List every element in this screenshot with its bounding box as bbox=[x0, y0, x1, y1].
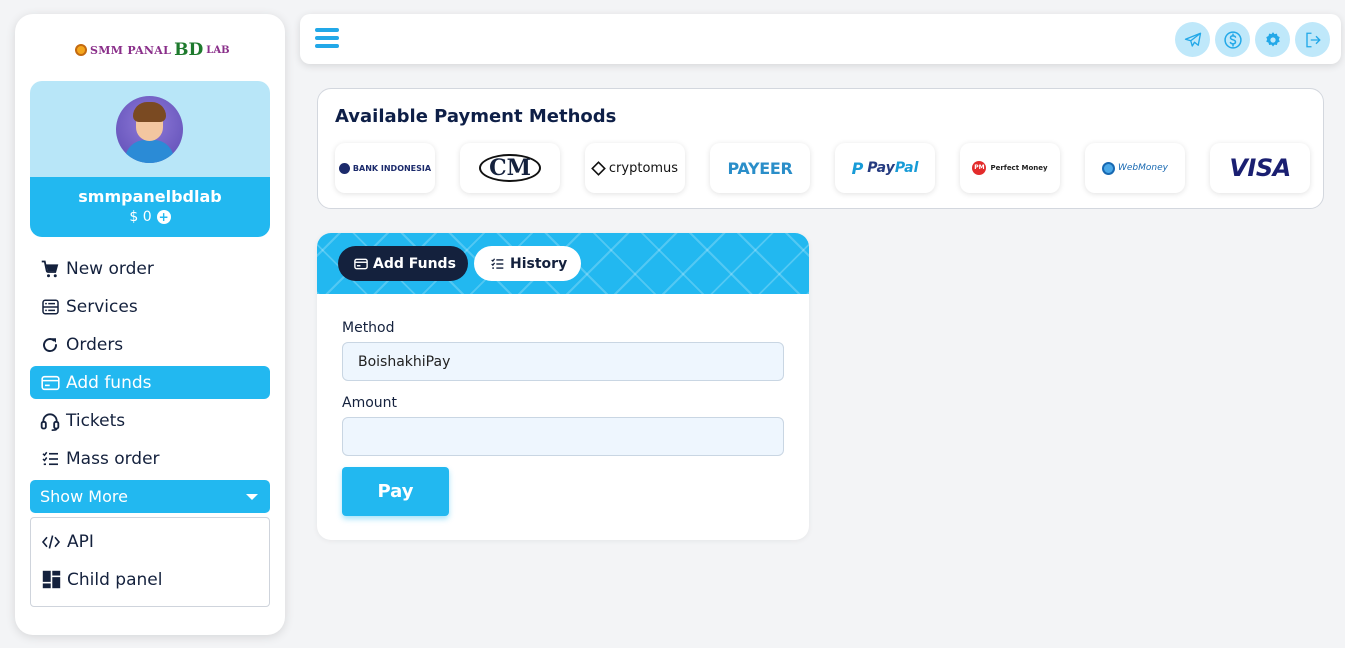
add-funds-form: Method BoishakhiPay Amount Pay bbox=[342, 320, 784, 516]
services-icon bbox=[40, 297, 60, 317]
add-funds-card: Add Funds History Method BoishakhiPay Am… bbox=[317, 233, 809, 540]
telegram-icon[interactable] bbox=[1175, 22, 1210, 57]
show-more-button[interactable]: Show More bbox=[30, 480, 270, 513]
sidebar-item-add-funds[interactable]: Add funds bbox=[30, 366, 270, 399]
amount-input[interactable] bbox=[342, 417, 784, 456]
perfect-money-logo: PM Perfect Money bbox=[960, 143, 1060, 193]
gear-icon[interactable] bbox=[1255, 22, 1290, 57]
sidebar-item-label: Orders bbox=[66, 334, 124, 355]
sidebar-item-child-panel[interactable]: Child panel bbox=[31, 563, 269, 596]
funds-tabs: Add Funds History bbox=[317, 233, 809, 294]
sidebar-item-label: Child panel bbox=[67, 569, 163, 590]
payment-logos: BANK INDONESIA CM cryptomus PAYEER P Pay P… bbox=[335, 143, 1310, 193]
submenu: API Child panel bbox=[30, 517, 270, 607]
payment-methods-title: Available Payment Methods bbox=[335, 106, 617, 127]
topbar bbox=[300, 14, 1341, 64]
logo-text: SMM PANAL bbox=[90, 43, 172, 57]
sun-icon bbox=[75, 44, 87, 56]
balance-value: $ 0 bbox=[129, 209, 152, 225]
username: smmpanelbdlab bbox=[78, 187, 222, 206]
show-more-label: Show More bbox=[40, 487, 128, 506]
list-check-icon bbox=[491, 257, 504, 269]
sidebar-item-services[interactable]: Services bbox=[30, 290, 270, 323]
pay-button[interactable]: Pay bbox=[342, 467, 449, 516]
code-icon bbox=[41, 532, 61, 552]
dashboard-icon bbox=[41, 570, 61, 590]
dollar-icon[interactable] bbox=[1215, 22, 1250, 57]
sidebar-item-tickets[interactable]: Tickets bbox=[30, 404, 270, 437]
amount-label: Amount bbox=[342, 395, 398, 411]
avatar bbox=[116, 96, 183, 163]
profile-card: smmpanelbdlab $ 0 + bbox=[30, 81, 270, 237]
menu-toggle-icon[interactable] bbox=[315, 28, 339, 48]
sidebar-item-label: New order bbox=[66, 258, 154, 279]
sidebar-item-new-order[interactable]: New order bbox=[30, 252, 270, 285]
tab-label: Add Funds bbox=[373, 255, 456, 272]
sidebar-item-label: Tickets bbox=[66, 410, 126, 431]
sidebar-item-label: API bbox=[67, 531, 94, 552]
cm-logo: CM bbox=[460, 143, 560, 193]
payment-methods-card: Available Payment Methods BANK INDONESIA… bbox=[317, 88, 1324, 209]
logout-icon[interactable] bbox=[1295, 22, 1330, 57]
balance: $ 0 + bbox=[129, 209, 171, 225]
sidebar: SMM PANAL BD LAB smmpanelbdlab $ 0 + New… bbox=[15, 14, 285, 635]
cart-icon bbox=[40, 259, 60, 279]
sidebar-item-label: Add funds bbox=[66, 372, 152, 393]
paypal-logo: P Pay Pal bbox=[835, 143, 935, 193]
tab-label: History bbox=[510, 255, 568, 272]
webmoney-logo: WebMoney bbox=[1085, 143, 1185, 193]
cryptomus-logo: cryptomus bbox=[585, 143, 685, 193]
logo-lab: LAB bbox=[206, 44, 230, 56]
method-select[interactable]: BoishakhiPay bbox=[342, 342, 784, 381]
sidebar-item-label: Services bbox=[66, 296, 138, 317]
brand-logo[interactable]: SMM PANAL BD LAB bbox=[75, 40, 230, 60]
sidebar-item-api[interactable]: API bbox=[31, 525, 269, 558]
tab-add-funds[interactable]: Add Funds bbox=[338, 246, 468, 281]
sidebar-item-orders[interactable]: Orders bbox=[30, 328, 270, 361]
payeer-logo: PAYEER bbox=[710, 143, 810, 193]
list-check-icon bbox=[40, 449, 60, 469]
visa-logo: VISA bbox=[1210, 143, 1310, 193]
logo-bd: BD bbox=[174, 40, 204, 60]
bank-indonesia-logo: BANK INDONESIA bbox=[335, 143, 435, 193]
method-label: Method bbox=[342, 320, 395, 336]
refresh-icon bbox=[40, 335, 60, 355]
card-icon bbox=[354, 258, 368, 269]
sidebar-menu: New order Services Orders Add funds Tick… bbox=[30, 252, 270, 607]
sidebar-item-label: Mass order bbox=[66, 448, 160, 469]
headset-icon bbox=[40, 411, 60, 431]
card-icon bbox=[40, 373, 60, 393]
tab-history[interactable]: History bbox=[474, 246, 582, 281]
chevron-down-icon bbox=[246, 493, 258, 500]
plus-circle-icon[interactable]: + bbox=[156, 210, 171, 224]
sidebar-item-mass-order[interactable]: Mass order bbox=[30, 442, 270, 475]
